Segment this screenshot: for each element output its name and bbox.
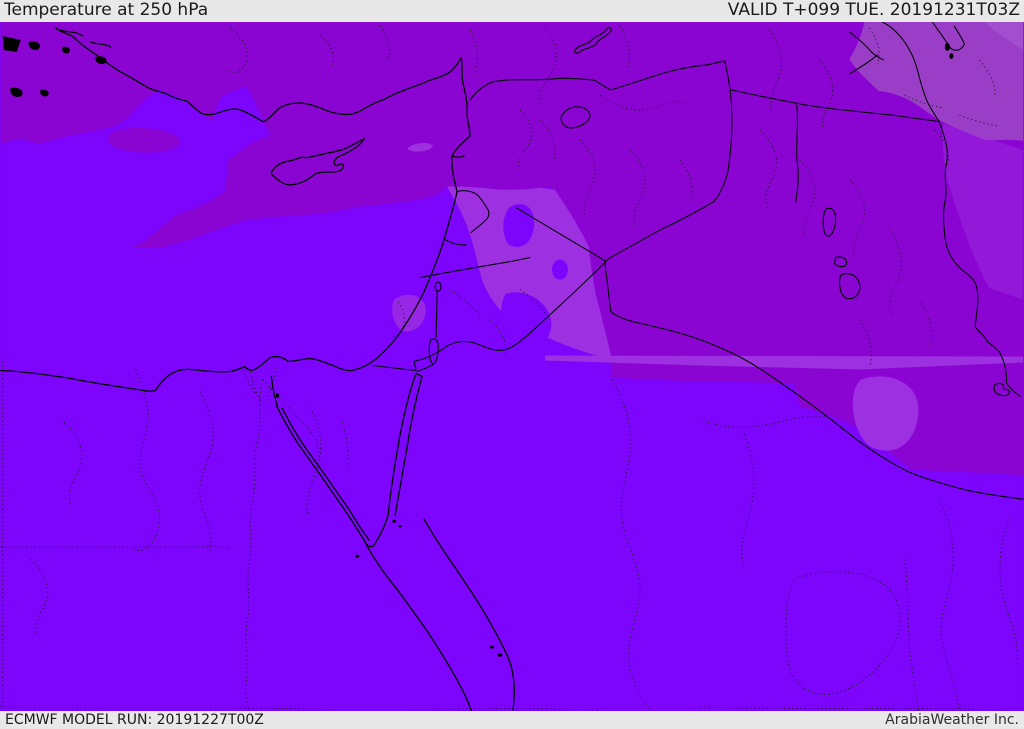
lake-urmia (944, 42, 950, 51)
brand-label: ArabiaWeather Inc. (885, 712, 1019, 728)
island-red-sea-1 (490, 645, 495, 649)
lake-bitter (275, 393, 279, 398)
temperature-shading (0, 22, 1024, 711)
map-container (0, 22, 1024, 711)
lake-urmia-south (949, 52, 954, 59)
page-title: Temperature at 250 hPa (4, 0, 209, 20)
header-bar: Temperature at 250 hPa VALID T+099 TUE. … (0, 0, 1024, 22)
island-red-sea-2 (497, 653, 503, 657)
island-shadwan (355, 554, 360, 558)
valid-time-label: VALID T+099 TUE. 20191231T03Z (727, 0, 1020, 20)
weather-app-screen: Temperature at 250 hPa VALID T+099 TUE. … (0, 0, 1024, 729)
island-tiran-2 (398, 525, 402, 528)
shade-bright-hole-3 (551, 259, 568, 280)
island-tiran (392, 519, 397, 523)
footer-bar: ECMWF MODEL RUN: 20191227T00Z ArabiaWeat… (0, 711, 1024, 729)
model-run-label: ECMWF MODEL RUN: 20191227T00Z (5, 712, 264, 728)
weather-map (0, 22, 1024, 711)
